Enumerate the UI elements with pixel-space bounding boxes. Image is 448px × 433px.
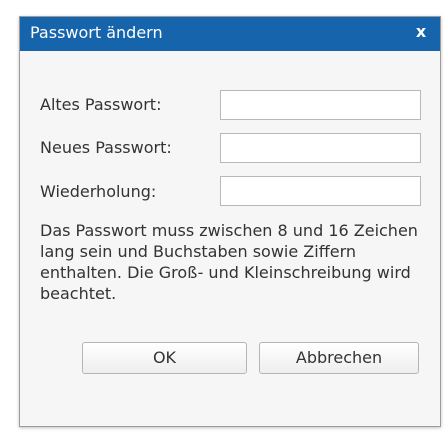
old-password-field[interactable] [220, 90, 421, 120]
repeat-password-field[interactable] [220, 176, 421, 206]
close-icon[interactable]: x [412, 22, 430, 42]
dialog-title-bar: Passwort ändern x [20, 17, 440, 51]
new-password-field[interactable] [220, 133, 421, 163]
new-password-label: Neues Passwort: [40, 138, 172, 157]
cancel-button[interactable]: Abbrechen [259, 342, 419, 374]
dialog-title: Passwort ändern [30, 23, 163, 42]
ok-button[interactable]: OK [82, 342, 247, 374]
repeat-password-label: Wiederholung: [40, 182, 157, 201]
old-password-label: Altes Passwort: [40, 95, 162, 114]
password-rules-text: Das Passwort muss zwischen 8 und 16 Zeic… [40, 221, 418, 303]
change-password-dialog: Passwort ändern x Altes Passwort: Neues … [19, 16, 441, 427]
cancel-button-label: Abbrechen [295, 348, 383, 367]
ok-button-label: OK [152, 348, 177, 367]
